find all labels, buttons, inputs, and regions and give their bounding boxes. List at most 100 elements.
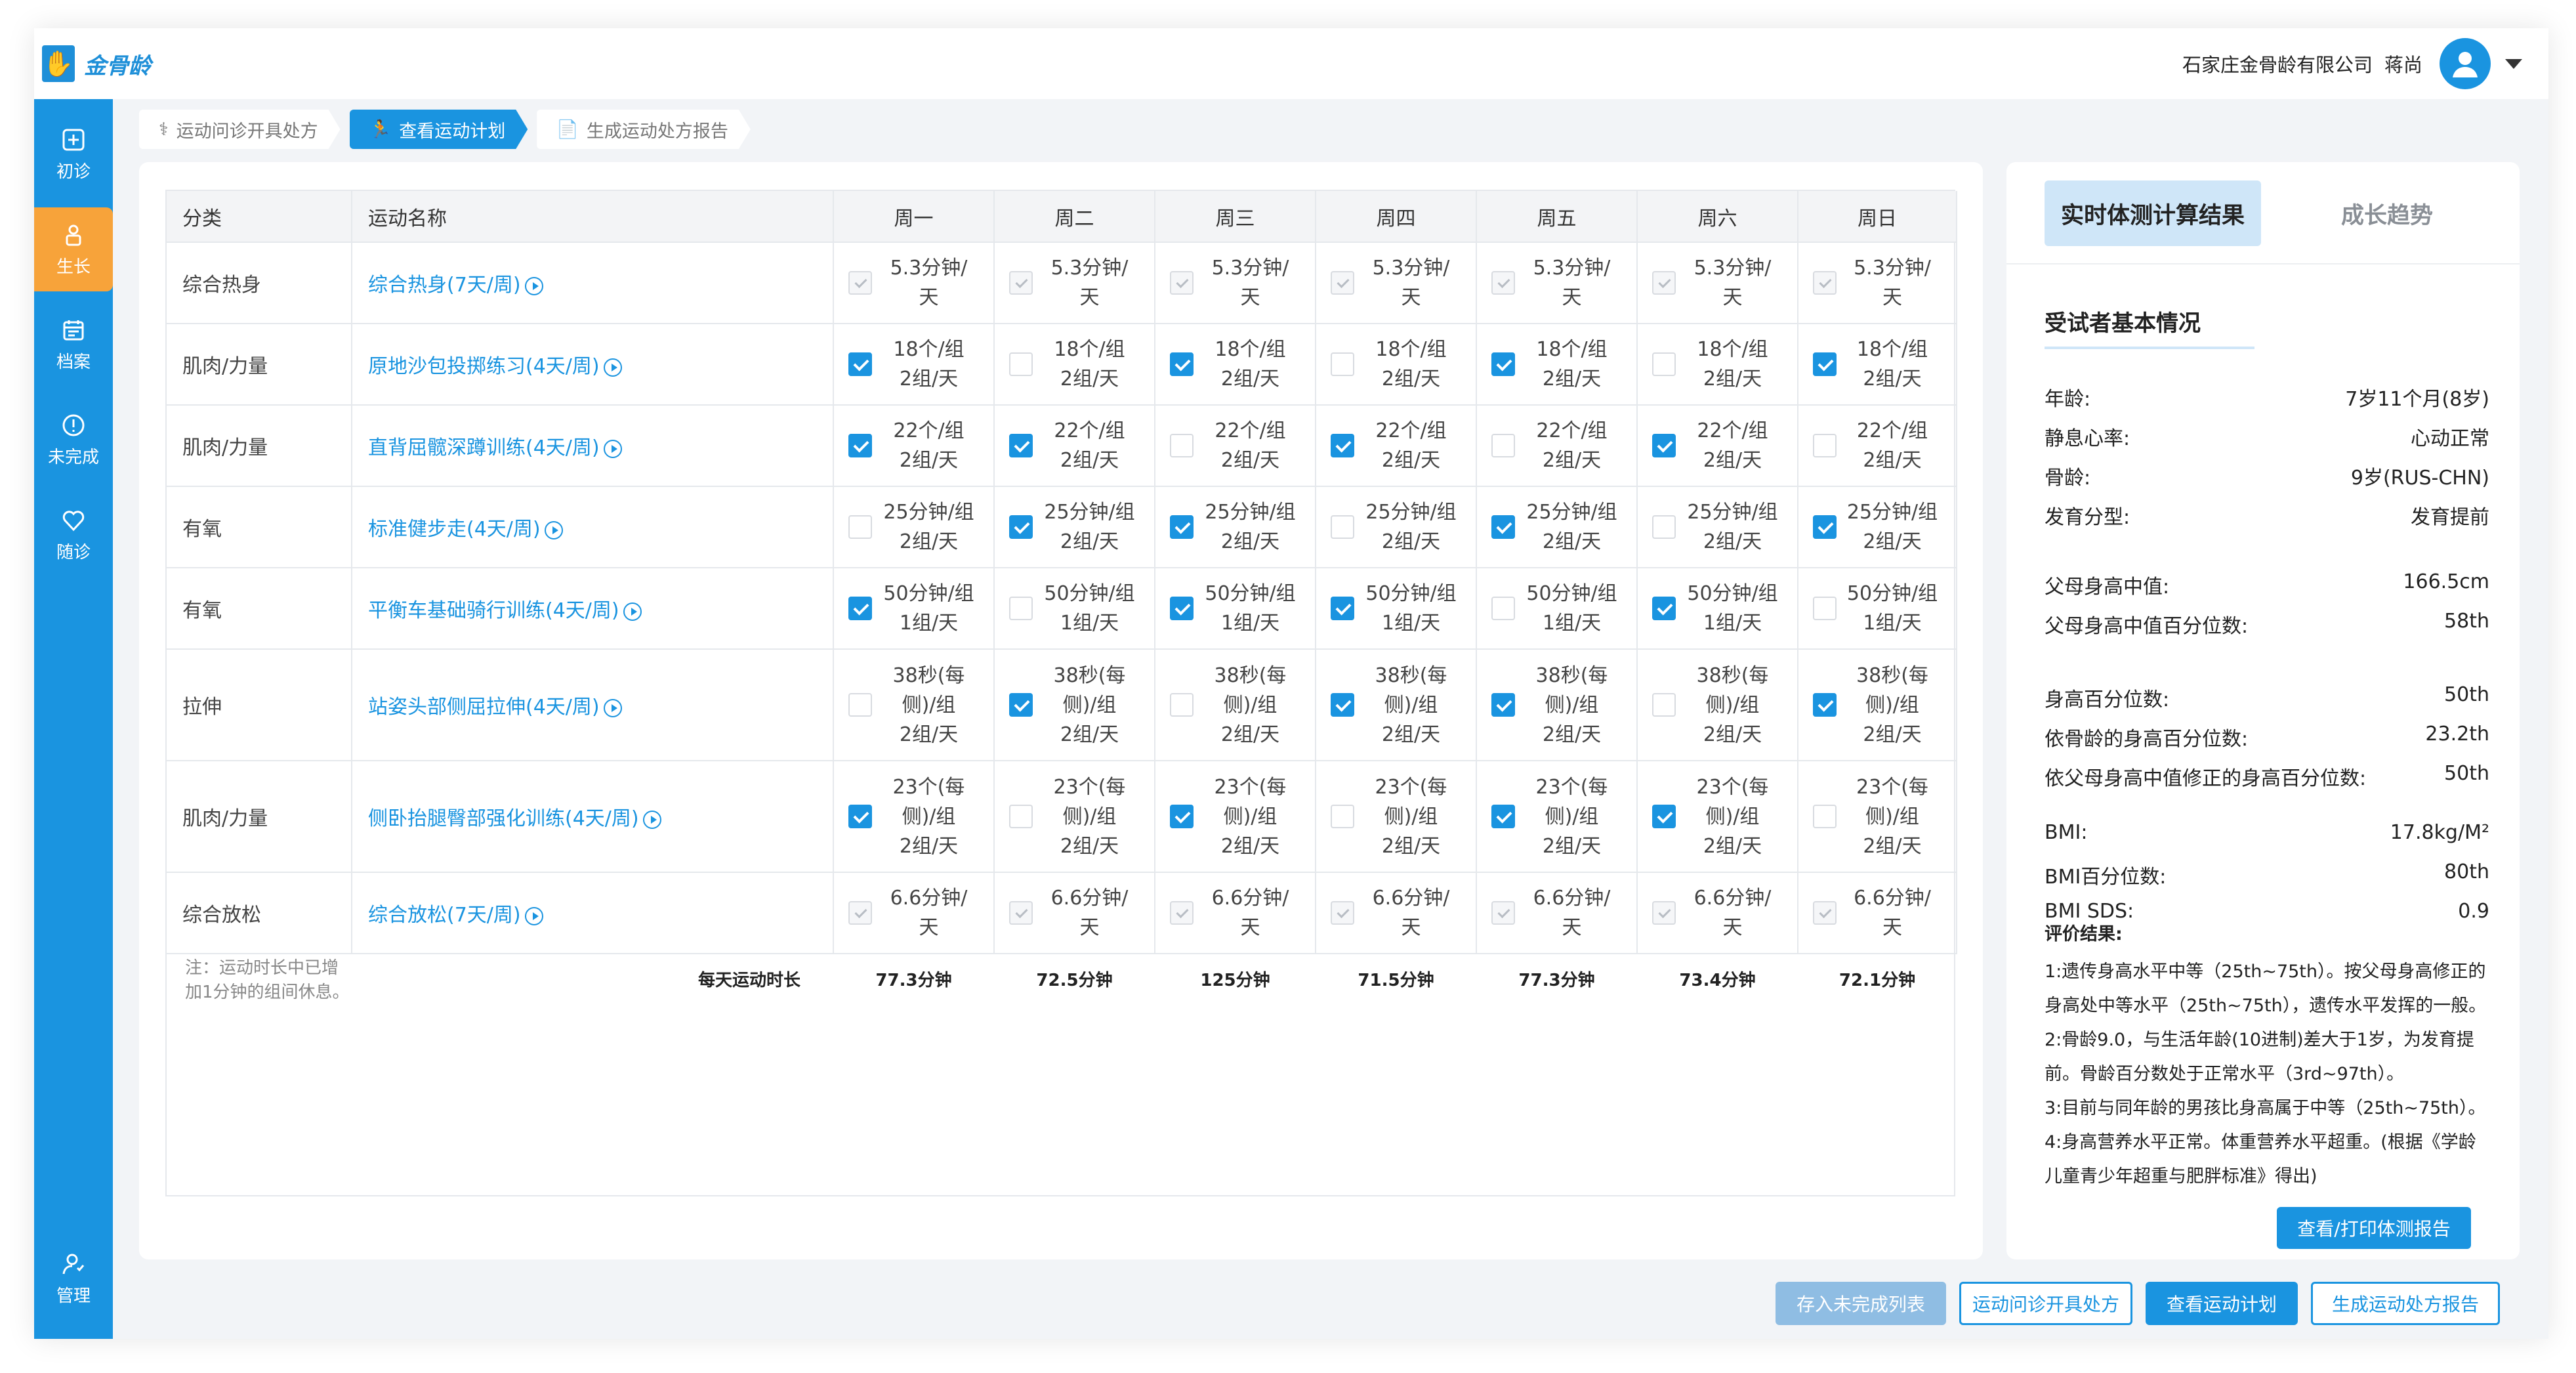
plan-table-container: 分类 运动名称 周一 周二 周三 周四 周五 周六 周日 综合热身 综合热身(7天/周) 5.3分钟…: [165, 190, 1957, 1196]
day-checkbox[interactable]: [1652, 352, 1676, 376]
tab-growth-trend[interactable]: 成长趋势: [2295, 180, 2479, 246]
day-checkbox[interactable]: [1331, 352, 1354, 376]
avatar[interactable]: [2440, 38, 2491, 89]
play-video-icon[interactable]: [524, 276, 543, 295]
day-checkbox[interactable]: [1491, 434, 1515, 457]
user-area[interactable]: 石家庄金骨龄有限公司 蒋尚: [2182, 38, 2522, 89]
day-checkbox[interactable]: [1491, 693, 1515, 717]
day-checkbox[interactable]: [1813, 352, 1837, 376]
chevron-down-icon[interactable]: [2505, 58, 2522, 69]
view-plan-button[interactable]: 查看运动计划: [2146, 1282, 2298, 1325]
day-checkbox[interactable]: [1491, 515, 1515, 539]
tab-realtime-result[interactable]: 实时体测计算结果: [2045, 180, 2261, 246]
day-checkbox: [1170, 271, 1194, 295]
day-checkbox[interactable]: [1170, 434, 1194, 457]
generate-report-button[interactable]: 生成运动处方报告: [2311, 1282, 2500, 1325]
day-checkbox[interactable]: [1813, 805, 1837, 828]
day-cell: 25分钟/组 2组/天: [1155, 486, 1316, 568]
exercise-name-cell[interactable]: 原地沙包投掷练习(4天/周): [352, 324, 834, 406]
sidebar-item-unfinished[interactable]: 未完成: [34, 398, 113, 482]
day-checkbox[interactable]: [1009, 515, 1033, 539]
sidebar-item-archive[interactable]: 档案: [34, 303, 113, 387]
day-checkbox[interactable]: [1813, 693, 1837, 717]
day-checkbox[interactable]: [1009, 597, 1033, 620]
day-checkbox[interactable]: [848, 693, 872, 717]
exercise-name-cell[interactable]: 站姿头部侧屈拉伸(4天/周): [352, 649, 834, 761]
day-checkbox[interactable]: [1331, 515, 1354, 539]
exercise-name-link[interactable]: 直背屈髋深蹲训练(4天/周): [368, 436, 600, 459]
sidebar-item-label: 档案: [56, 352, 91, 372]
day-checkbox[interactable]: [1170, 597, 1194, 620]
sidebar-item-manage[interactable]: 管理: [34, 1236, 113, 1320]
exercise-name-link[interactable]: 原地沙包投掷练习(4天/周): [368, 355, 600, 378]
day-checkbox[interactable]: [1813, 434, 1837, 457]
day-checkbox[interactable]: [1652, 805, 1676, 828]
day-checkbox[interactable]: [1652, 434, 1676, 457]
exercise-name-cell[interactable]: 侧卧抬腿臀部强化训练(4天/周): [352, 761, 834, 873]
print-report-button[interactable]: 查看/打印体测报告: [2277, 1207, 2471, 1249]
exercise-name-link[interactable]: 综合放松(7天/周): [368, 904, 521, 927]
day-checkbox[interactable]: [1652, 597, 1676, 620]
day-checkbox[interactable]: [848, 434, 872, 457]
day-checkbox[interactable]: [1009, 693, 1033, 717]
day-cell: 6.6分钟/天: [1637, 872, 1798, 954]
heart-icon: [60, 507, 87, 534]
sidebar-item-follow-up[interactable]: 随诊: [34, 493, 113, 577]
day-checkbox[interactable]: [1652, 693, 1676, 717]
exercise-name-cell[interactable]: 标准健步走(4天/周): [352, 486, 834, 568]
play-video-icon[interactable]: [623, 602, 642, 621]
play-video-icon[interactable]: [603, 439, 622, 458]
day-checkbox[interactable]: [1170, 805, 1194, 828]
day-checkbox[interactable]: [1813, 597, 1837, 620]
day-checkbox[interactable]: [1009, 805, 1033, 828]
user-manage-icon: [60, 1251, 87, 1277]
exercise-name-cell[interactable]: 平衡车基础骑行训练(4天/周): [352, 568, 834, 650]
day-checkbox[interactable]: [848, 515, 872, 539]
day-checkbox[interactable]: [1491, 597, 1515, 620]
day-checkbox[interactable]: [1491, 805, 1515, 828]
day-checkbox[interactable]: [1331, 805, 1354, 828]
step-generate-report[interactable]: 📄 生成运动处方报告: [537, 110, 751, 149]
prescription-button[interactable]: 运动问诊开具处方: [1959, 1282, 2132, 1325]
day-checkbox[interactable]: [1331, 693, 1354, 717]
save-unfinished-button[interactable]: 存入未完成列表: [1776, 1282, 1946, 1325]
category-cell: 有氧: [167, 568, 352, 650]
play-video-icon[interactable]: [603, 698, 622, 717]
day-checkbox[interactable]: [1331, 434, 1354, 457]
exercise-name-link[interactable]: 标准健步走(4天/周): [368, 518, 541, 541]
info-row: 依骨龄的身高百分位数: 23.2th: [2045, 723, 2489, 751]
daily-total-value: 125分钟: [1200, 970, 1270, 990]
day-checkbox[interactable]: [848, 352, 872, 376]
exercise-name-link[interactable]: 平衡车基础骑行训练(4天/周): [368, 599, 619, 622]
eval-line: 4:身高营养水平正常。体重营养水平超重。(根据《学龄: [2045, 1132, 2476, 1152]
exercise-name-link[interactable]: 综合热身(7天/周): [368, 274, 521, 297]
exercise-name-cell[interactable]: 综合热身(7天/周): [352, 242, 834, 324]
play-video-icon[interactable]: [603, 358, 622, 377]
day-checkbox[interactable]: [1652, 515, 1676, 539]
exercise-name-cell[interactable]: 综合放松(7天/周): [352, 872, 834, 954]
day-checkbox[interactable]: [848, 597, 872, 620]
day-checkbox[interactable]: [1331, 597, 1354, 620]
play-video-icon[interactable]: [524, 906, 543, 925]
exercise-name-link[interactable]: 站姿头部侧屈拉伸(4天/周): [368, 696, 600, 719]
step-view-plan[interactable]: 🏃 查看运动计划: [350, 110, 528, 149]
play-video-icon[interactable]: [642, 810, 661, 829]
sidebar-item-growth[interactable]: 生长: [34, 207, 113, 291]
sidebar-item-first-visit[interactable]: 初诊: [34, 112, 113, 196]
column-header: 周六: [1637, 191, 1798, 243]
exercise-name-link[interactable]: 侧卧抬腿臀部强化训练(4天/周): [368, 807, 639, 830]
day-checkbox[interactable]: [848, 805, 872, 828]
body-test-panel: 实时体测计算结果 成长趋势 受试者基本情况 年龄: 7岁11个月(8岁) 静息心率:…: [2006, 162, 2520, 1259]
exercise-name-cell[interactable]: 直背屈髋深蹲训练(4天/周): [352, 405, 834, 487]
day-checkbox[interactable]: [1009, 434, 1033, 457]
day-checkbox[interactable]: [1009, 352, 1033, 376]
day-checkbox[interactable]: [1491, 352, 1515, 376]
dose-text: 38秒(每 侧)/组 2组/天: [1214, 664, 1287, 746]
day-checkbox[interactable]: [1813, 515, 1837, 539]
day-checkbox[interactable]: [1170, 352, 1194, 376]
play-video-icon[interactable]: [544, 520, 563, 539]
day-checkbox[interactable]: [1170, 693, 1194, 717]
dose-text: 38秒(每 侧)/组 2组/天: [1053, 664, 1126, 746]
day-checkbox[interactable]: [1170, 515, 1194, 539]
step-prescription[interactable]: ⚕ 运动问诊开具处方: [139, 110, 341, 149]
